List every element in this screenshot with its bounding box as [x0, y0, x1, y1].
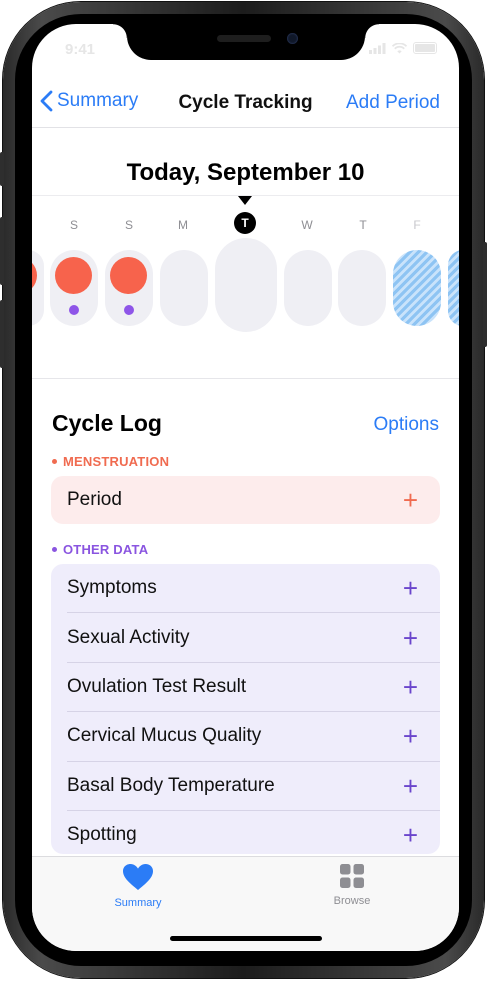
- period-dot: [55, 257, 92, 294]
- nav-divider: [32, 127, 459, 128]
- day-letter-fri: F: [413, 218, 421, 232]
- day-pill-fri-fertile[interactable]: [393, 250, 441, 326]
- menstruation-label: MENSTRUATION: [63, 454, 170, 469]
- other-data-label: OTHER DATA: [63, 542, 149, 557]
- tab-summary[interactable]: Summary: [78, 863, 198, 909]
- day-pill-sun[interactable]: [105, 250, 153, 326]
- basal-body-temperature-row[interactable]: Basal Body Temperature +: [51, 762, 440, 810]
- side-button: [483, 242, 487, 347]
- ovulation-test-row[interactable]: Ovulation Test Result +: [51, 663, 440, 711]
- options-button[interactable]: Options: [374, 414, 439, 436]
- period-dot: [110, 257, 147, 294]
- mute-switch: [0, 152, 4, 186]
- period-label: Period: [67, 489, 122, 511]
- day-letter-today: T: [234, 212, 256, 234]
- wifi-icon: [392, 42, 407, 53]
- day-pill-previous[interactable]: [32, 250, 44, 326]
- list-item-label: Sexual Activity: [67, 626, 190, 648]
- today-pointer-icon: [238, 196, 252, 205]
- navigation-bar: Summary Cycle Tracking Add Period: [32, 82, 459, 126]
- signal-icon: [369, 42, 386, 54]
- home-indicator[interactable]: [170, 936, 322, 941]
- plus-icon[interactable]: +: [403, 625, 418, 651]
- list-item-label: Basal Body Temperature: [67, 774, 275, 796]
- day-letter-sun: S: [124, 218, 133, 232]
- plus-icon[interactable]: +: [403, 773, 418, 799]
- other-data-bullet-icon: [52, 547, 57, 552]
- other-data-dot: [69, 305, 79, 315]
- menstruation-category: MENSTRUATION: [52, 454, 169, 469]
- cervical-mucus-row[interactable]: Cervical Mucus Quality +: [51, 712, 440, 760]
- plus-icon[interactable]: +: [403, 575, 418, 601]
- day-pill-thu[interactable]: [338, 250, 386, 326]
- other-data-dot: [124, 305, 134, 315]
- menstruation-bullet-icon: [52, 459, 57, 464]
- day-pill-today[interactable]: [215, 238, 277, 332]
- tab-summary-label: Summary: [114, 897, 162, 909]
- day-letter-wed: W: [301, 218, 313, 232]
- cycle-log-title: Cycle Log: [52, 410, 162, 436]
- speaker-grille: [217, 35, 271, 42]
- add-period-button[interactable]: Add Period: [346, 92, 440, 114]
- period-row[interactable]: Period +: [51, 476, 440, 524]
- other-data-category: OTHER DATA: [52, 542, 148, 557]
- front-camera: [287, 33, 298, 44]
- period-card: Period +: [51, 476, 440, 524]
- section-divider: [32, 378, 459, 379]
- day-letter-sat-1: S: [69, 218, 78, 232]
- day-pill-wed[interactable]: [284, 250, 332, 326]
- plus-icon[interactable]: +: [403, 674, 418, 700]
- heart-icon: [123, 864, 153, 890]
- tab-bar: Summary Browse: [32, 856, 459, 951]
- list-item-label: Spotting: [67, 824, 137, 846]
- list-item-label: Symptoms: [67, 577, 157, 599]
- plus-icon[interactable]: +: [403, 822, 418, 848]
- notch: [113, 24, 379, 60]
- volume-down-button: [0, 300, 4, 368]
- battery-icon: [413, 42, 437, 54]
- day-pill-next-fertile[interactable]: [448, 250, 459, 326]
- status-time: 9:41: [65, 41, 96, 58]
- sexual-activity-row[interactable]: Sexual Activity +: [51, 613, 440, 661]
- day-letter-mon: M: [178, 218, 188, 232]
- add-period-plus-icon[interactable]: +: [403, 487, 418, 513]
- screen: 9:41 Summary Cycle Tracking Add Period T…: [32, 24, 459, 951]
- tab-browse[interactable]: Browse: [292, 863, 412, 907]
- spotting-row[interactable]: Spotting +: [51, 811, 440, 854]
- day-pill-sat[interactable]: [50, 250, 98, 326]
- symptoms-row[interactable]: Symptoms +: [51, 564, 440, 612]
- list-item-label: Ovulation Test Result: [67, 675, 247, 697]
- tab-browse-label: Browse: [333, 895, 371, 907]
- grid-icon: [340, 864, 364, 888]
- status-icons: [369, 42, 437, 54]
- volume-up-button: [0, 217, 4, 285]
- day-letter-thu: T: [359, 218, 367, 232]
- plus-icon[interactable]: +: [403, 723, 418, 749]
- date-title: Today, September 10: [126, 159, 365, 186]
- period-dot: [32, 257, 37, 294]
- other-data-card: Symptoms + Sexual Activity + Ovulation T…: [51, 564, 440, 854]
- list-item-label: Cervical Mucus Quality: [67, 725, 262, 747]
- day-pill-mon[interactable]: [160, 250, 208, 326]
